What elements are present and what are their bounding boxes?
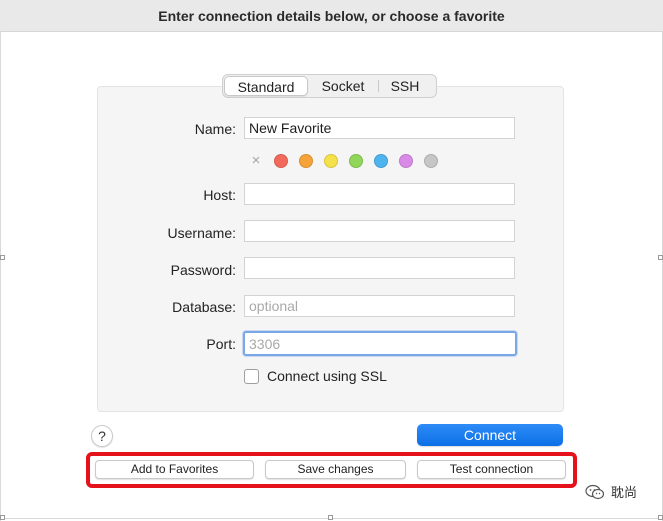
ssl-checkbox[interactable] [244, 368, 259, 384]
tab-standard[interactable]: Standard [224, 76, 308, 96]
tab-socket[interactable]: Socket [308, 76, 378, 96]
add-to-favorites-button[interactable]: Add to Favorites [95, 460, 254, 479]
frame-edge-left [0, 31, 1, 521]
save-changes-button[interactable]: Save changes [265, 460, 406, 479]
password-field[interactable] [244, 257, 515, 279]
ssl-row: Connect using SSL [244, 368, 387, 384]
color-swatch-red[interactable] [274, 154, 288, 168]
connection-type-tabs: Standard Socket SSH [222, 74, 437, 98]
test-connection-button[interactable]: Test connection [417, 460, 566, 479]
watermark-text: 耽尚 [611, 485, 638, 500]
password-label: Password: [170, 262, 236, 278]
header-title: Enter connection details below, or choos… [158, 7, 505, 24]
name-field[interactable] [244, 117, 515, 139]
host-label: Host: [203, 187, 236, 203]
resize-handle-left[interactable] [0, 255, 5, 260]
color-swatch-blue[interactable] [374, 154, 388, 168]
host-field[interactable] [244, 183, 515, 205]
color-swatches: × [250, 153, 449, 169]
database-label: Database: [172, 299, 236, 315]
color-swatch-gray[interactable] [424, 154, 438, 168]
window-header: Enter connection details below, or choos… [0, 0, 663, 32]
resize-handle-right[interactable] [658, 255, 663, 260]
wechat-icon [585, 484, 605, 499]
resize-handle-bottom-right[interactable] [658, 515, 663, 520]
help-button[interactable]: ? [91, 425, 113, 447]
database-field[interactable] [244, 295, 515, 317]
color-swatch-orange[interactable] [299, 154, 313, 168]
tab-ssh[interactable]: SSH [379, 76, 431, 96]
username-field[interactable] [244, 220, 515, 242]
resize-handle-bottom-left[interactable] [0, 515, 5, 520]
username-label: Username: [167, 225, 236, 241]
watermark: 耽尚 [585, 482, 637, 501]
connect-button[interactable]: Connect [417, 424, 563, 446]
color-swatch-purple[interactable] [399, 154, 413, 168]
resize-handle-bottom[interactable] [328, 515, 333, 520]
color-swatch-green[interactable] [349, 154, 363, 168]
port-label: Port: [206, 336, 236, 352]
clear-color-icon[interactable]: × [250, 153, 262, 169]
port-field[interactable] [243, 331, 517, 356]
color-swatch-yellow[interactable] [324, 154, 338, 168]
ssl-label[interactable]: Connect using SSL [267, 368, 387, 384]
name-label: Name: [194, 121, 236, 137]
